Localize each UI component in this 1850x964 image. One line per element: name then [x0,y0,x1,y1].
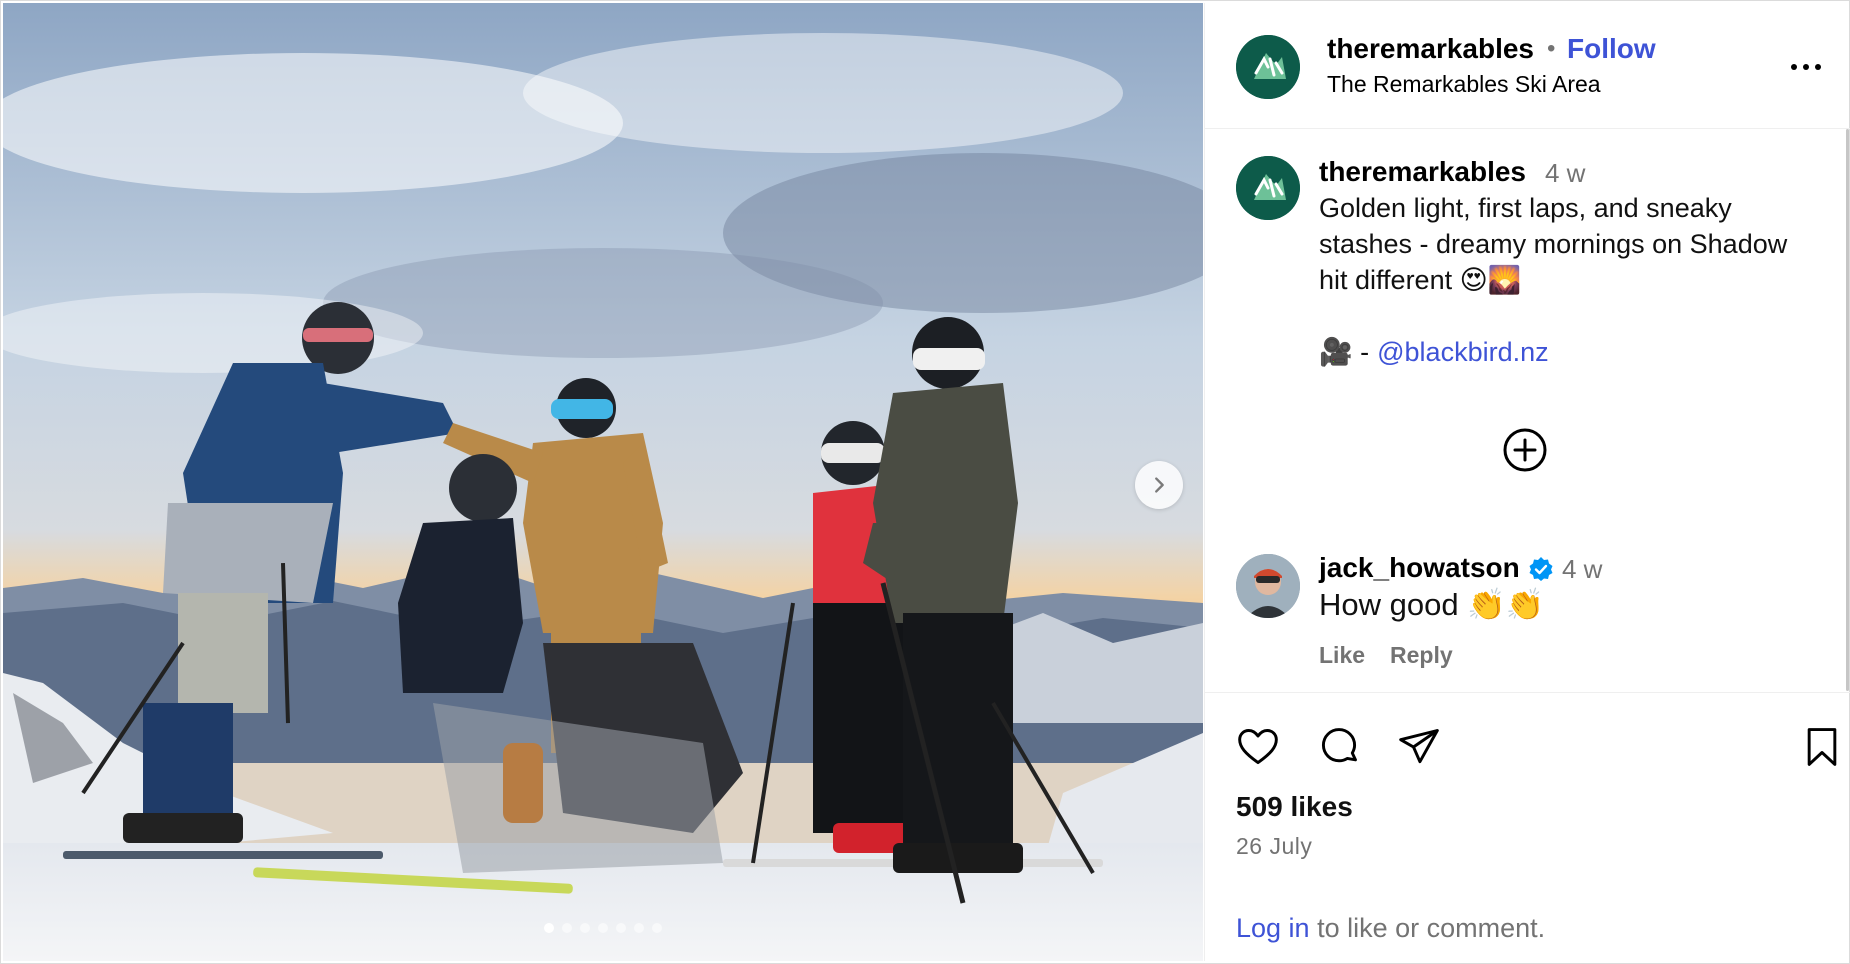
carousel-dot [634,923,644,933]
follow-button[interactable]: Follow [1567,33,1656,65]
carousel-dot [562,923,572,933]
likes-count[interactable]: 509 likes [1236,791,1353,823]
post-header: theremarkables • Follow The Remarkables … [1205,3,1850,129]
chevron-right-icon [1155,477,1164,493]
caption-timestamp[interactable]: 4 w [1545,158,1585,189]
comments-scrollbar[interactable] [1846,129,1849,691]
commenter-photo [1236,554,1300,618]
instagram-post: theremarkables • Follow The Remarkables … [0,0,1850,964]
verified-badge-icon [1529,557,1553,581]
account-avatar[interactable] [1236,35,1300,99]
remarkables-logo [1236,156,1300,220]
login-prompt: Log in to like or comment. [1236,913,1545,944]
paper-plane-icon[interactable] [1397,725,1441,769]
login-link[interactable]: Log in [1236,913,1310,943]
carousel-indicator [3,923,1203,933]
remarkables-logo [1236,35,1300,99]
account-username[interactable]: theremarkables [1327,33,1534,65]
comment-like-button[interactable]: Like [1319,642,1365,669]
credit-prefix: 🎥 - [1319,337,1370,367]
commenter-avatar[interactable] [1236,554,1300,618]
plus-circle-icon[interactable] [1501,426,1549,474]
carousel-dot [544,923,554,933]
comment-item: jack_howatson 4 w How good 👏👏 Like Reply [1205,528,1850,688]
post-date[interactable]: 26 July [1236,833,1312,860]
heart-icon[interactable] [1236,725,1280,769]
post-photo [3,3,1203,961]
commenter-username[interactable]: jack_howatson [1319,552,1520,584]
carousel-dot [598,923,608,933]
comment-reply-button[interactable]: Reply [1390,642,1453,669]
carousel-dot [580,923,590,933]
credit-mention-link[interactable]: @blackbird.nz [1377,337,1548,368]
caption-credit: 🎥 - @blackbird.nz [1319,336,1549,368]
caption-text: Golden light, first laps, and sneaky sta… [1319,193,1788,295]
caption-username[interactable]: theremarkables [1319,156,1526,188]
comment-timestamp[interactable]: 4 w [1562,554,1602,585]
post-media[interactable] [3,3,1203,961]
comment-text: How good 👏👏 [1319,587,1545,622]
post-side-panel: theremarkables • Follow The Remarkables … [1204,3,1850,961]
caption-avatar[interactable] [1236,156,1300,220]
separator-dot: • [1547,35,1556,62]
more-options-icon[interactable] [1791,57,1831,77]
bookmark-icon[interactable] [1800,725,1844,769]
account-location[interactable]: The Remarkables Ski Area [1327,71,1601,98]
comment-bubble-icon[interactable] [1317,725,1361,769]
login-prompt-text: to like or comment. [1309,913,1546,943]
post-actions: 509 likes 26 July Log in to like or comm… [1205,692,1850,961]
carousel-dot [652,923,662,933]
carousel-next-button[interactable] [1135,461,1183,509]
carousel-dot [616,923,626,933]
